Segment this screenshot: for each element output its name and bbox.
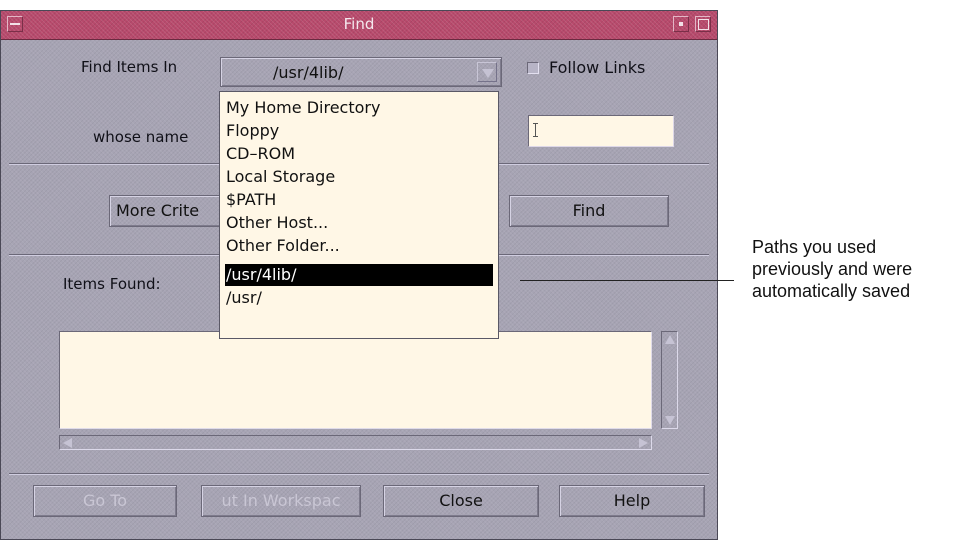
chevron-down-icon[interactable] xyxy=(477,62,497,82)
dropdown-item-usr-4lib[interactable]: /usr/4lib/ xyxy=(225,264,493,286)
dropdown-item-usr[interactable]: /usr/ xyxy=(225,287,493,309)
callout-leader-line xyxy=(520,280,734,281)
dropdown-item-cdrom[interactable]: CD–ROM xyxy=(225,143,493,165)
dropdown-item-other-folder[interactable]: Other Folder... xyxy=(225,235,493,257)
title-bar[interactable]: Find xyxy=(1,11,717,40)
go-to-button[interactable]: Go To xyxy=(33,485,177,517)
maximize-button[interactable] xyxy=(695,16,711,32)
scroll-right-icon[interactable] xyxy=(639,438,648,448)
items-found-label: Items Found: xyxy=(63,275,161,293)
find-in-dropdown-list[interactable]: My Home Directory Floppy CD–ROM Local St… xyxy=(219,91,499,339)
close-button[interactable]: Close xyxy=(383,485,539,517)
callout-line-3: automatically saved xyxy=(752,281,911,301)
dropdown-item-path[interactable]: $PATH xyxy=(225,189,493,211)
find-in-combobox[interactable]: /usr/4lib/ xyxy=(220,57,502,87)
dropdown-item-local-storage[interactable]: Local Storage xyxy=(225,166,493,188)
dropdown-item-other-host[interactable]: Other Host... xyxy=(225,212,493,234)
scroll-down-icon[interactable] xyxy=(665,416,675,425)
scroll-left-icon[interactable] xyxy=(63,438,72,448)
put-in-workspace-button[interactable]: ut In Workspac xyxy=(201,485,361,517)
window-title: Find xyxy=(343,15,375,33)
follow-links-label: Follow Links xyxy=(549,58,646,77)
separator-bottom xyxy=(9,473,709,475)
results-vertical-scrollbar[interactable] xyxy=(661,331,678,429)
results-list[interactable] xyxy=(59,331,652,429)
follow-links-checkbox[interactable] xyxy=(527,62,539,74)
minimize-button[interactable] xyxy=(673,16,689,32)
find-button[interactable]: Find xyxy=(509,195,669,227)
name-pattern-field[interactable] xyxy=(528,115,674,147)
find-items-in-label: Find Items In xyxy=(81,58,178,76)
find-in-value: /usr/4lib/ xyxy=(273,63,344,82)
callout-line-1: Paths you used xyxy=(752,237,877,257)
scroll-up-icon[interactable] xyxy=(665,335,675,344)
callout-line-2: previously and were xyxy=(752,259,913,279)
find-dialog: Find Find Items In /usr/4lib/ Follow Lin… xyxy=(0,10,718,540)
text-cursor-icon xyxy=(533,123,538,137)
dropdown-item-home[interactable]: My Home Directory xyxy=(225,97,493,119)
help-button[interactable]: Help xyxy=(559,485,705,517)
whose-name-label: whose name xyxy=(93,128,189,146)
callout-annotation: Paths you used previously and were autom… xyxy=(752,236,968,302)
dropdown-item-floppy[interactable]: Floppy xyxy=(225,120,493,142)
results-horizontal-scrollbar[interactable] xyxy=(59,435,652,450)
